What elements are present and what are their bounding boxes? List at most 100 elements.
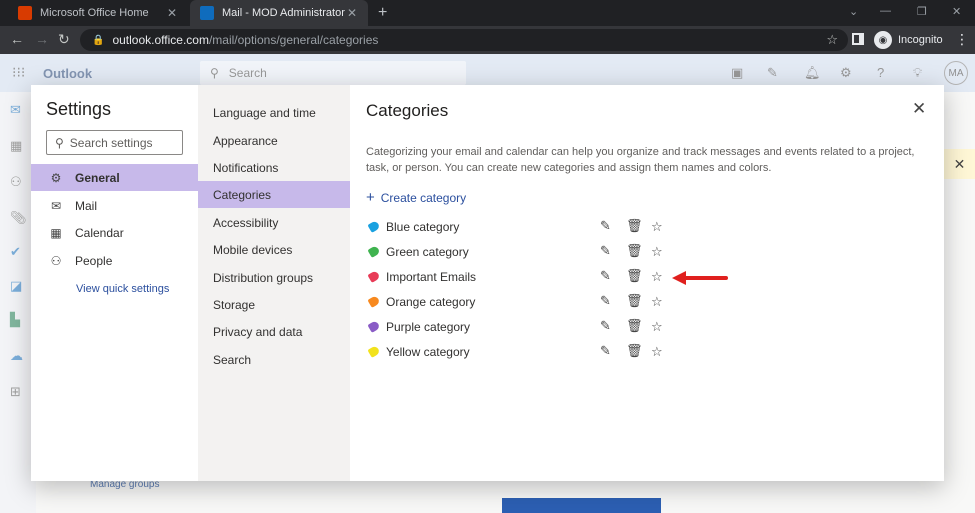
people-icon: ⚇ [50,253,62,268]
incognito-label: Incognito [898,34,943,46]
subnav-item-language-time[interactable]: Language and time [198,99,350,126]
delete-icon[interactable]: 🗑︎ [626,318,643,334]
back-icon[interactable]: ← [10,31,24,47]
delete-icon[interactable]: 🗑︎ [626,268,643,284]
mail-icon: ✉ [50,198,62,213]
subnav-item-privacy-data[interactable]: Privacy and data [198,318,350,345]
lock-icon: 🔒 [92,34,105,46]
subnav-item-distribution-groups[interactable]: Distribution groups [198,264,350,291]
new-tab-icon[interactable]: + [378,4,387,22]
star-icon[interactable]: ☆ [651,344,663,360]
tag-icon [367,345,381,358]
settings-search-input[interactable]: ⚲ Search settings [46,130,183,155]
annotation-arrow [672,271,728,285]
subnav-item-categories[interactable]: Categories [198,181,350,208]
category-name: Purple category [386,319,471,334]
category-name: Green category [386,244,469,259]
nav-item-label: People [75,253,113,268]
search-icon: ⚲ [55,135,64,150]
category-name: Orange category [386,294,476,309]
bookmark-star-icon[interactable]: ☆ [826,32,838,48]
plus-icon: + [366,189,375,206]
delete-icon[interactable]: 🗑︎ [626,218,643,234]
forward-icon[interactable]: → [35,31,49,47]
nav-item-general[interactable]: ⚙ General [31,164,198,191]
settings-secondary-nav: Language and time Appearance Notificatio… [198,85,350,481]
category-name: Blue category [386,219,460,234]
category-row-yellow: Yellow category [366,339,666,364]
tag-icon [367,220,381,233]
subnav-item-storage[interactable]: Storage [198,291,350,318]
nav-item-calendar[interactable]: ▦ Calendar [31,219,198,246]
delete-icon[interactable]: 🗑︎ [626,343,643,359]
subnav-item-notifications[interactable]: Notifications [198,154,350,181]
nav-item-mail[interactable]: ✉ Mail [31,192,198,219]
browser-toolbar: ← → ↻ 🔒 outlook.office.com /mail/options… [0,26,975,54]
calendar-icon: ▦ [50,225,62,240]
edit-icon[interactable]: ✎ [600,218,611,234]
pane-description: Categorizing your email and calendar can… [366,146,915,174]
browser-tab-office[interactable]: Microsoft Office Home ✕ [8,0,188,26]
edit-icon[interactable]: ✎ [600,268,611,284]
tag-icon [367,295,381,308]
close-icon[interactable]: ✕ [346,6,358,20]
pane-title: Categories [366,101,449,120]
settings-dialog: Settings ⚲ Search settings ⚙ General ✉ M… [31,85,944,481]
category-name: Important Emails [386,269,477,284]
nav-item-people[interactable]: ⚇ People [31,247,198,274]
gear-icon: ⚙ [50,170,62,185]
nav-item-label: Mail [75,198,98,213]
browser-tab-outlook[interactable]: Mail - MOD Administrator - Outl ✕ [190,0,368,26]
category-row-green: Green category [366,239,666,264]
subnav-item-accessibility[interactable]: Accessibility [198,209,350,236]
settings-search-placeholder: Search settings [69,135,153,150]
category-row-orange: Orange category [366,289,666,314]
more-options-icon[interactable]: ⋮ [955,31,969,48]
edit-icon[interactable]: ✎ [600,243,611,259]
subnav-item-search[interactable]: Search [198,346,350,373]
incognito-indicator[interactable]: ◉ Incognito [874,31,943,49]
close-window-icon[interactable]: ✕ [952,5,961,18]
settings-primary-nav: Settings ⚲ Search settings ⚙ General ✉ M… [31,85,198,481]
restore-icon[interactable]: ❐ [917,5,927,18]
browser-tab-bar: Microsoft Office Home ✕ Mail - MOD Admin… [0,0,975,26]
url-host: outlook.office.com [112,33,209,47]
category-name: Yellow category [386,344,470,359]
create-category-button[interactable]: + Create category [366,189,466,206]
notice-close-icon[interactable]: ✕ [944,149,975,179]
tab-title: Mail - MOD Administrator - Outl [222,7,346,19]
close-icon[interactable]: ✕ [166,6,178,20]
reload-icon[interactable]: ↻ [58,31,70,48]
edit-icon[interactable]: ✎ [600,318,611,334]
settings-title: Settings [46,99,112,119]
url-path: /mail/options/general/categories [208,33,379,47]
nav-item-label: Calendar [75,225,124,240]
tab-title: Microsoft Office Home [40,7,149,19]
category-row-purple: Purple category [366,314,666,339]
star-icon[interactable]: ☆ [651,219,663,235]
delete-icon[interactable]: 🗑︎ [626,293,643,309]
edit-icon[interactable]: ✎ [600,293,611,309]
office-icon [18,6,32,20]
subnav-item-mobile-devices[interactable]: Mobile devices [198,236,350,263]
tag-icon [367,270,381,283]
tag-icon [367,245,381,258]
delete-icon[interactable]: 🗑︎ [626,243,643,259]
star-icon[interactable]: ☆ [651,244,663,260]
star-icon[interactable]: ☆ [651,269,663,285]
chevron-down-icon[interactable]: ⌄ [849,5,858,18]
subnav-item-appearance[interactable]: Appearance [198,127,350,154]
category-row-important: Important Emails [366,264,666,289]
minimize-icon[interactable]: — [880,5,891,17]
category-row-blue: Blue category [366,214,666,239]
side-panel-icon[interactable] [852,33,864,45]
view-quick-settings-link[interactable]: View quick settings [76,283,169,295]
nav-item-label: General [75,170,120,185]
close-icon[interactable]: ✕ [912,99,926,119]
address-bar[interactable]: 🔒 outlook.office.com /mail/options/gener… [80,29,848,51]
tag-icon [367,320,381,333]
star-icon[interactable]: ☆ [651,294,663,310]
star-icon[interactable]: ☆ [651,319,663,335]
outlook-icon [200,6,214,20]
edit-icon[interactable]: ✎ [600,343,611,359]
